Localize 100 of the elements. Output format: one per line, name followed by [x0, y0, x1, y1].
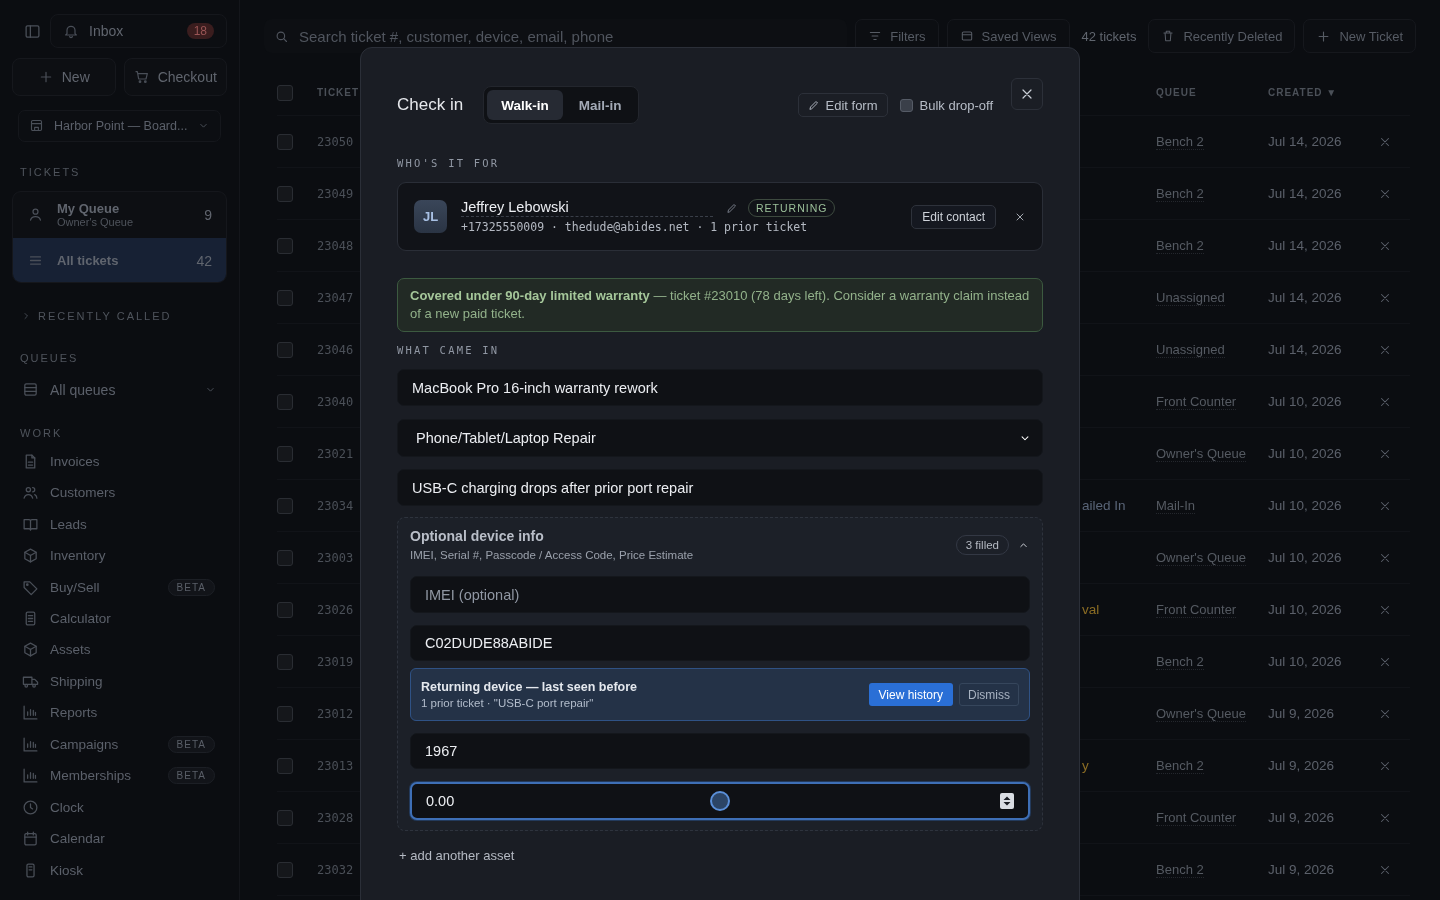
row-checkbox[interactable] — [277, 289, 293, 306]
pencil-icon — [726, 202, 738, 214]
nav-item[interactable]: Clock — [12, 791, 227, 824]
queue-link[interactable]: Owner's Queue — [1156, 549, 1246, 566]
nav-item[interactable]: Customers — [12, 476, 227, 509]
ticket-view-item[interactable]: My Queue Owner's Queue 9 — [13, 191, 226, 238]
checkout-button[interactable]: Checkout — [123, 58, 227, 96]
row-checkbox[interactable] — [277, 705, 293, 722]
queue-select[interactable]: All queues — [12, 373, 227, 406]
section-label: WHAT CAME IN — [397, 343, 501, 357]
panel-title: Optional device info — [410, 527, 545, 546]
bar-chart-icon — [22, 704, 39, 722]
column-header[interactable]: TICKET — [317, 87, 360, 98]
column-header[interactable]: CREATED ▼ — [1268, 87, 1338, 98]
ticket-number: 23012 — [317, 706, 354, 721]
row-checkbox[interactable] — [277, 549, 293, 566]
section-heading: QUEUES — [20, 351, 80, 364]
device-field[interactable]: MacBook Pro 16-inch warranty rework — [397, 369, 1043, 406]
close-button[interactable] — [1011, 78, 1043, 110]
recently-deleted-button[interactable]: Recently Deleted — [1148, 19, 1296, 53]
row-checkbox[interactable] — [277, 601, 293, 618]
row-checkbox[interactable] — [277, 341, 293, 358]
ticket-number: 23050 — [317, 134, 354, 149]
row-checkbox[interactable] — [277, 445, 293, 462]
mode-tab[interactable]: Walk-in — [487, 90, 563, 120]
passcode-field[interactable]: 1967 — [410, 733, 1030, 769]
ticket-number: 23046 — [317, 342, 354, 357]
queue-link[interactable]: Front Counter — [1156, 601, 1237, 618]
contact-details: +17325550009 · thedude@abides.net · 1 prior ticket — [461, 220, 809, 234]
ticket-number: 23048 — [317, 238, 354, 253]
row-checkbox[interactable] — [277, 757, 293, 774]
queue-link[interactable]: Bench 2 — [1156, 237, 1204, 254]
nav-item[interactable]: Reports — [12, 697, 227, 729]
edit-form-button[interactable]: Edit form — [797, 93, 888, 117]
nav-item[interactable]: Kiosk — [12, 854, 227, 886]
created-date: Jul 14, 2026 — [1268, 186, 1342, 201]
row-checkbox[interactable] — [277, 861, 293, 878]
location-select[interactable]: Harbor Point — Board... — [18, 110, 221, 142]
stepper-icon[interactable] — [1000, 793, 1014, 809]
created-date: Jul 14, 2026 — [1268, 342, 1342, 357]
nav-item[interactable]: Invoices — [12, 445, 227, 477]
people-icon — [22, 484, 39, 502]
queue-link[interactable]: Bench 2 — [1156, 133, 1204, 150]
created-date: Jul 10, 2026 — [1268, 550, 1342, 565]
queue-link[interactable]: Mail-In — [1156, 497, 1195, 514]
new-button[interactable]: New — [12, 58, 116, 96]
bar-chart-icon — [22, 735, 39, 753]
queue-link[interactable]: Owner's Queue — [1156, 445, 1246, 462]
price-field[interactable]: 0.00 — [410, 782, 1030, 820]
pointer-circle-icon — [710, 791, 730, 811]
column-header[interactable]: QUEUE — [1156, 87, 1197, 98]
dismiss-button[interactable]: Dismiss — [959, 683, 1019, 706]
customer-name[interactable]: Jeffrey Lebowski — [461, 199, 713, 217]
nav-item[interactable]: Memberships BETA — [12, 760, 227, 792]
row-checkbox[interactable] — [277, 237, 293, 254]
queue-link[interactable]: Bench 2 — [1156, 861, 1204, 878]
inbox-button[interactable]: Inbox 18 — [50, 14, 227, 48]
serial-field[interactable]: C02DUDE88ABIDE — [410, 625, 1030, 661]
queue-link[interactable]: Bench 2 — [1156, 757, 1204, 774]
ticket-number: 23028 — [317, 810, 354, 825]
imei-field[interactable]: IMEI (optional) — [410, 576, 1030, 613]
nav-item[interactable]: Shipping — [12, 665, 227, 698]
bell-icon — [63, 23, 79, 39]
row-checkbox[interactable] — [277, 393, 293, 410]
nav-item[interactable]: Assets — [12, 634, 227, 666]
pencil-icon — [807, 99, 820, 111]
queue-link[interactable]: Front Counter — [1156, 809, 1237, 826]
row-checkbox[interactable] — [277, 809, 293, 826]
nav-item[interactable]: Buy/Sell BETA — [12, 571, 227, 603]
queue-link[interactable]: Owner's Queue — [1156, 705, 1246, 722]
queue-link[interactable]: Unassigned — [1156, 341, 1225, 358]
row-checkbox[interactable] — [277, 185, 293, 202]
recently-called-toggle[interactable]: RECENTLY CALLED — [20, 309, 227, 322]
row-checkbox[interactable] — [277, 653, 293, 670]
row-checkbox[interactable] — [277, 133, 293, 150]
repair-type-select[interactable]: Phone/Tablet/Laptop Repair — [397, 419, 1043, 457]
nav-item[interactable]: Campaigns BETA — [12, 728, 227, 761]
created-date: Jul 14, 2026 — [1268, 134, 1342, 149]
nav-item[interactable]: Inventory — [12, 539, 227, 572]
row-checkbox[interactable] — [277, 497, 293, 514]
issue-field[interactable]: USB-C charging drops after prior port repair — [397, 469, 1043, 506]
queue-link[interactable]: Unassigned — [1156, 289, 1225, 306]
nav-item[interactable]: Leads — [12, 508, 227, 540]
nav-item[interactable]: Calendar — [12, 823, 227, 855]
bulk-dropoff-checkbox[interactable] — [899, 98, 913, 112]
queue-link[interactable]: Bench 2 — [1156, 653, 1204, 670]
beta-badge: BETA — [167, 767, 215, 785]
edit-contact-button[interactable]: Edit contact — [911, 204, 996, 229]
mode-tab[interactable]: Mail-in — [564, 90, 636, 120]
created-date: Jul 10, 2026 — [1268, 498, 1342, 513]
queue-link[interactable]: Front Counter — [1156, 393, 1237, 410]
add-asset-link[interactable]: + add another asset — [397, 848, 1043, 863]
select-all-checkbox[interactable] — [277, 84, 293, 101]
ticket-view-item[interactable]: All tickets 42 — [13, 237, 226, 282]
warranty-notice: Covered under 90-day limited warranty — ticket #23010 (78 days left). Consider a warranty claim instead of a new paid ticket. — [397, 278, 1043, 332]
view-history-button[interactable]: View history — [868, 683, 953, 706]
queue-link[interactable]: Bench 2 — [1156, 185, 1204, 202]
new-ticket-button[interactable]: New Ticket — [1303, 19, 1416, 53]
stack-icon — [22, 381, 39, 399]
nav-item[interactable]: Calculator — [12, 602, 227, 635]
